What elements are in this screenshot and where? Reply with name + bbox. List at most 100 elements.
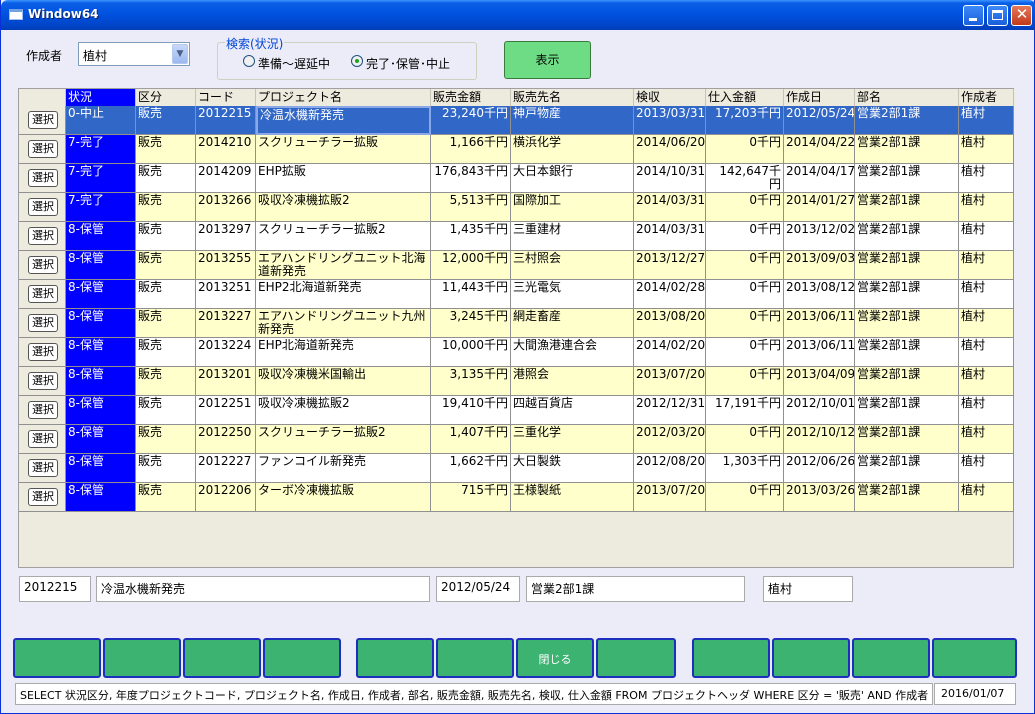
- cell-sales-amount[interactable]: 715千円: [431, 483, 511, 512]
- cell-department[interactable]: 営業2部1課: [855, 251, 959, 280]
- cell-project-name[interactable]: EHP拡販: [256, 164, 431, 193]
- radio-circle-icon[interactable]: [351, 55, 363, 67]
- cell-code[interactable]: 2013266: [196, 193, 256, 222]
- cell-code[interactable]: 2012251: [196, 396, 256, 425]
- cell-department[interactable]: 営業2部1課: [855, 483, 959, 512]
- cell-purchase-amount[interactable]: 0千円: [706, 309, 784, 338]
- table-row[interactable]: 選択 8-保管 販売 2012227 ファンコイル新発売 1,662千円 大日製鉄 2012/…: [19, 454, 1015, 483]
- cell-code[interactable]: 2013227: [196, 309, 256, 338]
- function-key-4[interactable]: [263, 638, 341, 678]
- cell-code[interactable]: 2013255: [196, 251, 256, 280]
- cell-customer[interactable]: 網走畜産: [511, 309, 634, 338]
- cell-purchase-amount[interactable]: 0千円: [706, 367, 784, 396]
- cell-acceptance[interactable]: 2012/08/20: [634, 454, 706, 483]
- cell-department[interactable]: 営業2部1課: [855, 309, 959, 338]
- cell-department[interactable]: 営業2部1課: [855, 280, 959, 309]
- cell-created-date[interactable]: 2012/10/12: [784, 425, 855, 454]
- cell-category[interactable]: 販売: [136, 454, 196, 483]
- cell-author[interactable]: 植村: [959, 338, 1014, 367]
- cell-created-date[interactable]: 2013/06/11: [784, 338, 855, 367]
- cell-author[interactable]: 植村: [959, 280, 1014, 309]
- cell-created-date[interactable]: 2014/04/17: [784, 164, 855, 193]
- cell-status[interactable]: 8-保管: [66, 483, 136, 512]
- cell-project-name[interactable]: EHP北海道新発売: [256, 338, 431, 367]
- select-row-button[interactable]: 選択: [28, 314, 58, 332]
- cell-acceptance[interactable]: 2013/07/20: [634, 483, 706, 512]
- table-row[interactable]: 選択 7-完了 販売 2013266 吸収冷凍機拡販2 5,513千円 国際加工 2014/0…: [19, 193, 1015, 222]
- cell-project-name[interactable]: スクリューチラー拡販2: [256, 425, 431, 454]
- cell-category[interactable]: 販売: [136, 251, 196, 280]
- cell-code[interactable]: 2012206: [196, 483, 256, 512]
- cell-created-date[interactable]: 2013/12/02: [784, 222, 855, 251]
- cell-code[interactable]: 2013251: [196, 280, 256, 309]
- cell-sales-amount[interactable]: 1,662千円: [431, 454, 511, 483]
- select-row-button[interactable]: 選択: [28, 198, 58, 216]
- cell-code[interactable]: 2014210: [196, 135, 256, 164]
- cell-author[interactable]: 植村: [959, 135, 1014, 164]
- close-button[interactable]: ✕: [1011, 5, 1032, 26]
- cell-created-date[interactable]: 2012/10/01: [784, 396, 855, 425]
- table-row[interactable]: 選択 8-保管 販売 2013227 エアハンドリングユニット九州新発売 3,245千円網…: [19, 309, 1015, 338]
- cell-status[interactable]: 8-保管: [66, 338, 136, 367]
- cell-department[interactable]: 営業2部1課: [855, 425, 959, 454]
- cell-sales-amount[interactable]: 12,000千円: [431, 251, 511, 280]
- cell-customer[interactable]: 国際加工: [511, 193, 634, 222]
- cell-department[interactable]: 営業2部1課: [855, 164, 959, 193]
- cell-category[interactable]: 販売: [136, 193, 196, 222]
- header-department[interactable]: 部名: [855, 89, 959, 106]
- table-row[interactable]: 選択 8-保管 販売 2012206 ターボ冷凍機拡販 715千円 王様製紙 2013/07/…: [19, 483, 1015, 512]
- cell-author[interactable]: 植村: [959, 193, 1014, 222]
- cell-created-date[interactable]: 2013/08/12: [784, 280, 855, 309]
- cell-code[interactable]: 2013224: [196, 338, 256, 367]
- cell-project-name[interactable]: 吸収冷凍機拡販2: [256, 396, 431, 425]
- cell-project-name[interactable]: スクリューチラー拡販2: [256, 222, 431, 251]
- cell-created-date[interactable]: 2013/06/11: [784, 309, 855, 338]
- function-key-1[interactable]: [13, 638, 101, 678]
- cell-acceptance[interactable]: 2013/12/27: [634, 251, 706, 280]
- cell-category[interactable]: 販売: [136, 338, 196, 367]
- cell-customer[interactable]: 大日製鉄: [511, 454, 634, 483]
- select-row-button[interactable]: 選択: [28, 459, 58, 477]
- cell-department[interactable]: 営業2部1課: [855, 106, 959, 135]
- cell-author[interactable]: 植村: [959, 454, 1014, 483]
- cell-customer[interactable]: 大間漁港連合会: [511, 338, 634, 367]
- cell-project-name[interactable]: エアハンドリングユニット九州新発売: [256, 309, 431, 338]
- cell-customer[interactable]: 大日本銀行: [511, 164, 634, 193]
- cell-sales-amount[interactable]: 1,435千円: [431, 222, 511, 251]
- select-row-button[interactable]: 選択: [28, 488, 58, 506]
- cell-category[interactable]: 販売: [136, 135, 196, 164]
- cell-status[interactable]: 8-保管: [66, 280, 136, 309]
- cell-sales-amount[interactable]: 19,410千円: [431, 396, 511, 425]
- detail-dept-field[interactable]: 営業2部1課: [526, 576, 745, 602]
- cell-purchase-amount[interactable]: 17,191千円: [706, 396, 784, 425]
- function-key-8[interactable]: [596, 638, 676, 678]
- cell-customer[interactable]: 港照会: [511, 367, 634, 396]
- cell-purchase-amount[interactable]: 1,303千円: [706, 454, 784, 483]
- cell-department[interactable]: 営業2部1課: [855, 367, 959, 396]
- select-row-button[interactable]: 選択: [28, 285, 58, 303]
- cell-sales-amount[interactable]: 3,135千円: [431, 367, 511, 396]
- cell-author[interactable]: 植村: [959, 483, 1014, 512]
- cell-status[interactable]: 8-保管: [66, 367, 136, 396]
- cell-author[interactable]: 植村: [959, 396, 1014, 425]
- chevron-down-icon[interactable]: ▼: [172, 44, 188, 64]
- cell-acceptance[interactable]: 2014/06/20: [634, 135, 706, 164]
- cell-purchase-amount[interactable]: 0千円: [706, 251, 784, 280]
- table-row[interactable]: 選択 8-保管 販売 2013201 吸収冷凍機米国輸出 3,135千円 港照会 2013/0…: [19, 367, 1015, 396]
- cell-author[interactable]: 植村: [959, 425, 1014, 454]
- cell-project-name[interactable]: EHP2北海道新発売: [256, 280, 431, 309]
- cell-customer[interactable]: 神戸物産: [511, 106, 634, 135]
- cell-purchase-amount[interactable]: 0千円: [706, 425, 784, 454]
- cell-department[interactable]: 営業2部1課: [855, 396, 959, 425]
- title-bar[interactable]: Window64 ✕: [1, 0, 1035, 30]
- cell-created-date[interactable]: 2012/05/24: [784, 106, 855, 135]
- cell-department[interactable]: 営業2部1課: [855, 193, 959, 222]
- cell-author[interactable]: 植村: [959, 251, 1014, 280]
- cell-created-date[interactable]: 2014/01/27: [784, 193, 855, 222]
- cell-acceptance[interactable]: 2014/03/31: [634, 193, 706, 222]
- cell-purchase-amount[interactable]: 0千円: [706, 135, 784, 164]
- cell-customer[interactable]: 四越百貨店: [511, 396, 634, 425]
- cell-sales-amount[interactable]: 23,240千円: [431, 106, 511, 135]
- cell-purchase-amount[interactable]: 0千円: [706, 280, 784, 309]
- cell-created-date[interactable]: 2012/06/26: [784, 454, 855, 483]
